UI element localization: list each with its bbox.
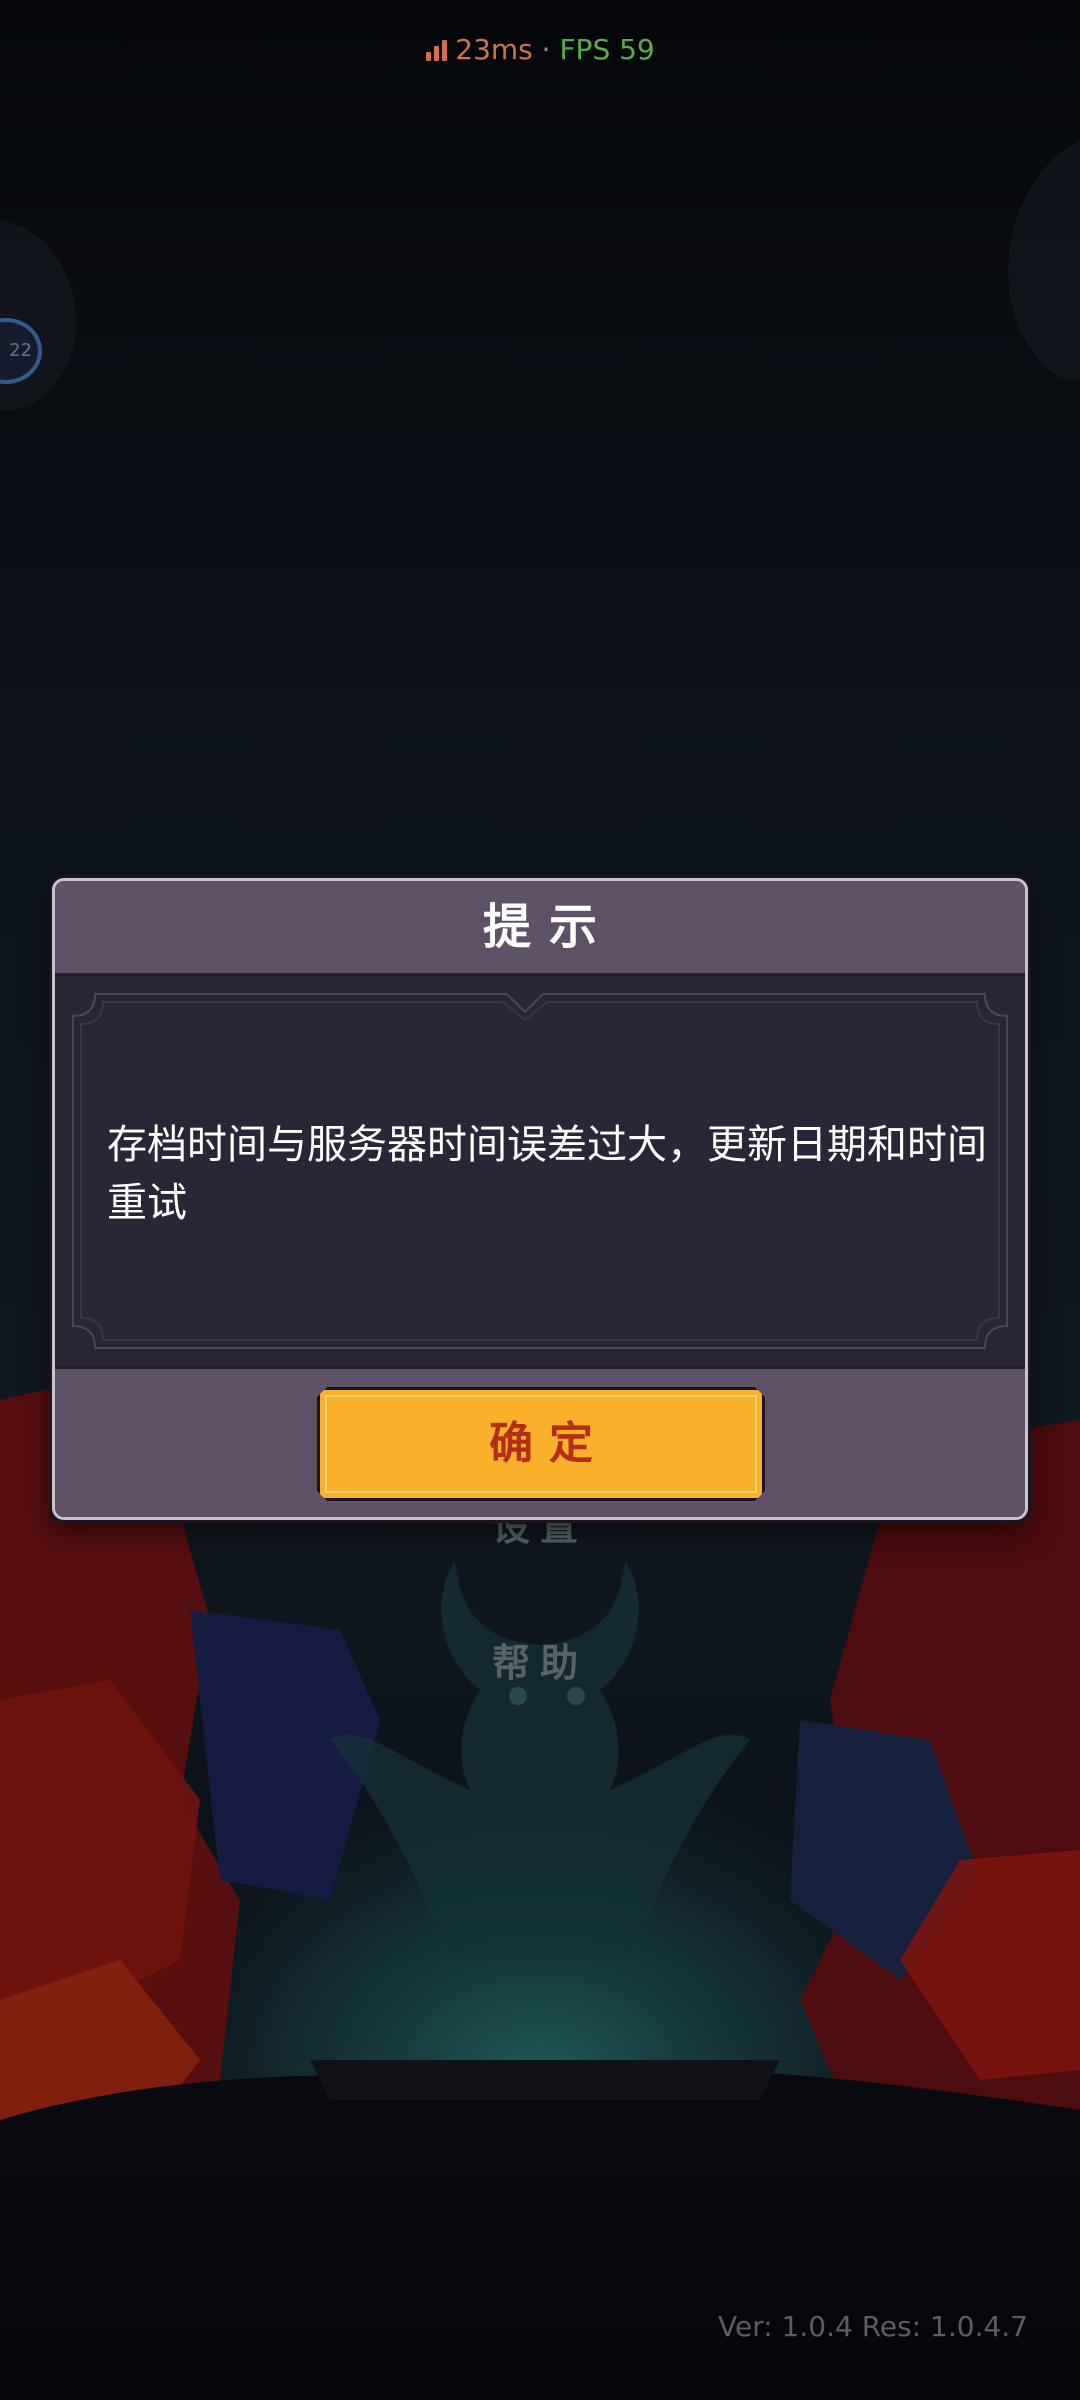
dialog-header: 提示 <box>55 881 1025 976</box>
confirm-button-label: 确定 <box>489 1418 609 1469</box>
dialog-title: 提示 <box>482 899 615 955</box>
alert-dialog: 提示 存档时间与服务器时间误差过大，更新日期和时间重试 确定 <box>52 878 1028 1520</box>
confirm-button[interactable]: 确定 <box>317 1387 765 1501</box>
dialog-body: 存档时间与服务器时间误差过大，更新日期和时间重试 <box>55 976 1025 1369</box>
game-screen: 23ms · FPS 59 22 设置 帮助 Ver: 1.0.4 Res: 1… <box>0 0 1080 2400</box>
dialog-footer: 确定 <box>55 1369 1025 1517</box>
dialog-message: 存档时间与服务器时间误差过大，更新日期和时间重试 <box>107 1122 987 1226</box>
